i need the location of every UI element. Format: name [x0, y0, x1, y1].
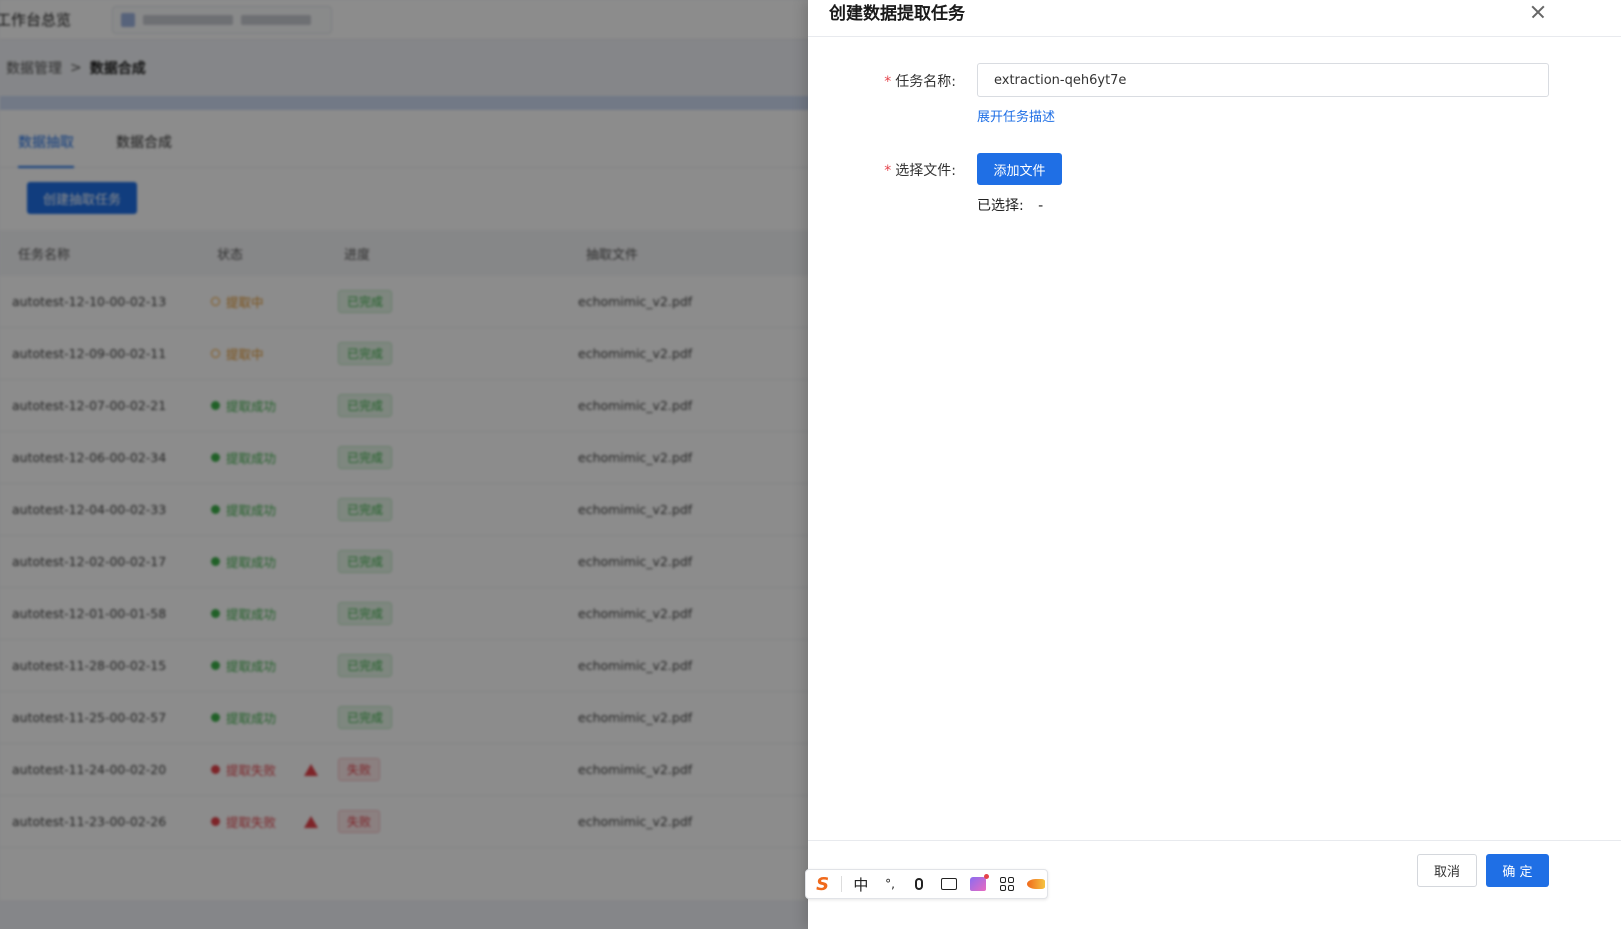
sogou-logo-icon[interactable]: S	[812, 873, 833, 895]
ime-punctuation[interactable]: °,	[879, 873, 900, 895]
drawer-title: 创建数据提取任务	[829, 3, 965, 24]
ime-chinese-mode[interactable]: 中	[850, 873, 871, 895]
microphone-icon[interactable]	[909, 873, 930, 895]
drawer-header: 创建数据提取任务	[808, 0, 1621, 37]
ime-toolbar: S 中 °,	[805, 869, 1048, 899]
task-name-input[interactable]	[977, 63, 1549, 97]
create-task-drawer: 创建数据提取任务	[808, 0, 1621, 929]
cancel-button[interactable]: 取消	[1417, 854, 1477, 887]
task-name-label-text: 任务名称:	[895, 74, 956, 90]
close-icon[interactable]	[1526, 0, 1550, 24]
required-mark: *	[884, 74, 892, 90]
expand-description-link[interactable]: 展开任务描述	[977, 106, 1055, 125]
ime-divider	[841, 876, 843, 892]
modal-mask[interactable]	[0, 0, 808, 929]
keyboard-icon[interactable]	[938, 873, 959, 895]
toolbox-grid-icon[interactable]	[996, 873, 1017, 895]
task-name-label: * 任务名称:	[796, 71, 956, 91]
skin-icon[interactable]	[967, 873, 989, 895]
selected-label: 已选择:	[977, 198, 1024, 214]
add-file-button[interactable]: 添加文件	[977, 153, 1062, 185]
select-file-label-text: 选择文件:	[895, 163, 956, 179]
selected-files: 已选择: -	[977, 195, 1043, 215]
confirm-button[interactable]: 确 定	[1486, 854, 1549, 887]
required-mark: *	[884, 163, 892, 179]
mascot-icon[interactable]	[1026, 873, 1047, 895]
select-file-label: * 选择文件:	[796, 160, 956, 180]
selected-value: -	[1038, 198, 1044, 214]
